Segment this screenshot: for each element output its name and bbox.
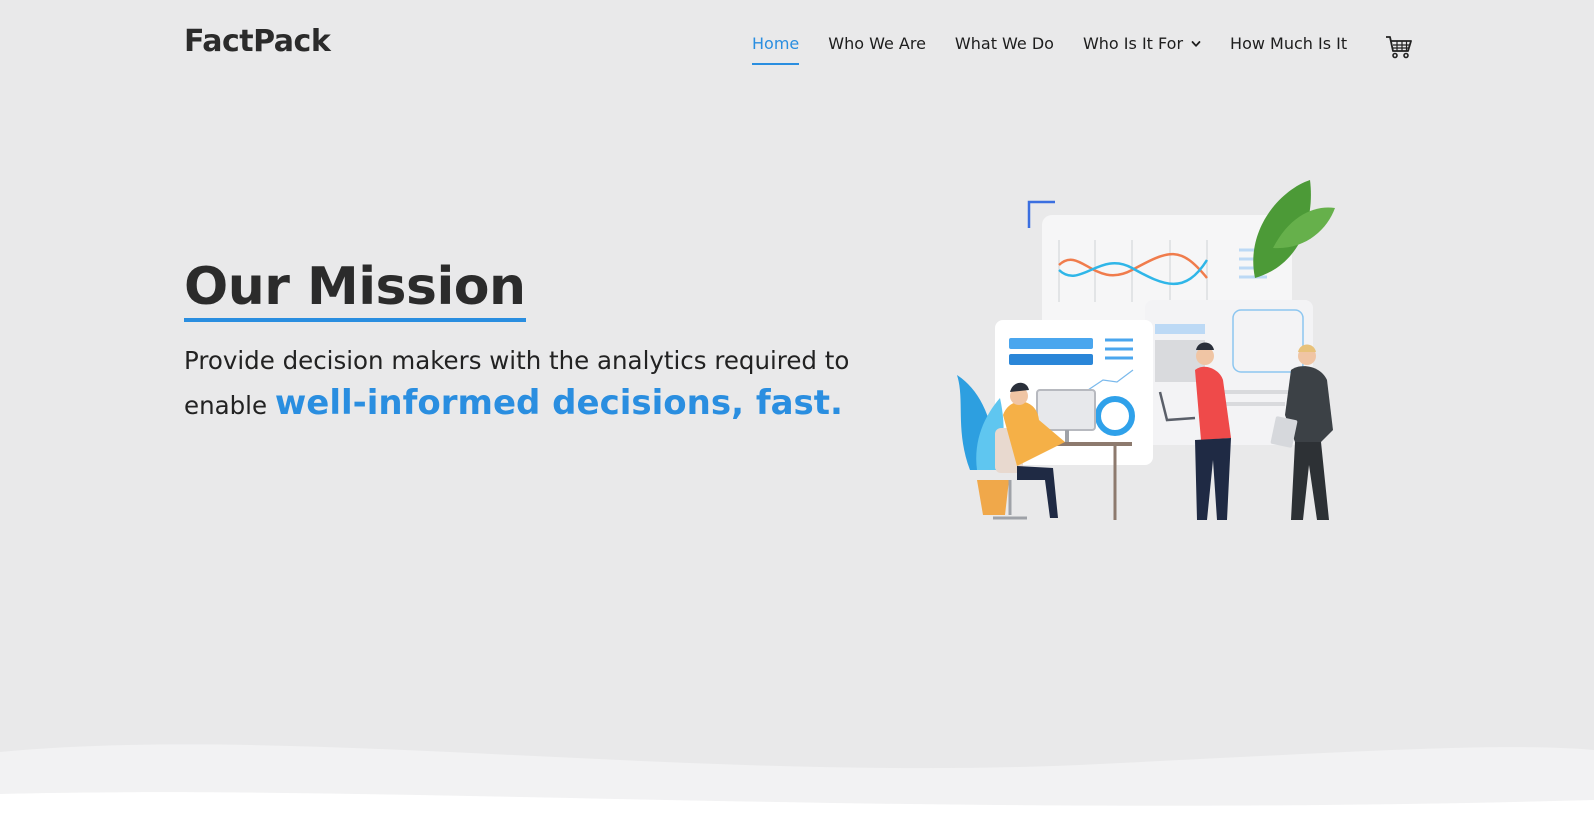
team-analytics-illustration [957, 180, 1335, 520]
page-title: Our Mission [184, 258, 526, 323]
nav-item-home[interactable]: Home [752, 34, 800, 65]
section-wave-divider [0, 744, 1594, 824]
mission-highlight: well-informed decisions, fast. [274, 383, 843, 423]
chevron-down-icon [1191, 40, 1201, 47]
nav-item-label: Who Is It For [1082, 34, 1184, 53]
site-header: FactPack Home Who We Are What We Do Who … [0, 0, 1594, 100]
nav-item-label: Who We Are [828, 34, 926, 53]
nav-item-who-we-are[interactable]: Who We Are [828, 34, 926, 63]
nav-item-label: How Much Is It [1230, 34, 1348, 53]
shopping-cart-icon[interactable] [1385, 34, 1413, 60]
main-nav: Home Who We Are What We Do Who Is It For… [752, 34, 1376, 74]
nav-item-label: What We Do [954, 34, 1054, 53]
nav-item-what-we-do[interactable]: What We Do [955, 34, 1054, 63]
site-logo[interactable]: FactPack [184, 24, 331, 59]
nav-item-who-is-it-for[interactable]: Who Is It For [1083, 34, 1201, 63]
nav-item-label: Home [752, 34, 800, 53]
mission-statement: Provide decision makers with the analyti… [184, 340, 904, 427]
nav-item-how-much-is-it[interactable]: How Much Is It [1230, 34, 1347, 63]
